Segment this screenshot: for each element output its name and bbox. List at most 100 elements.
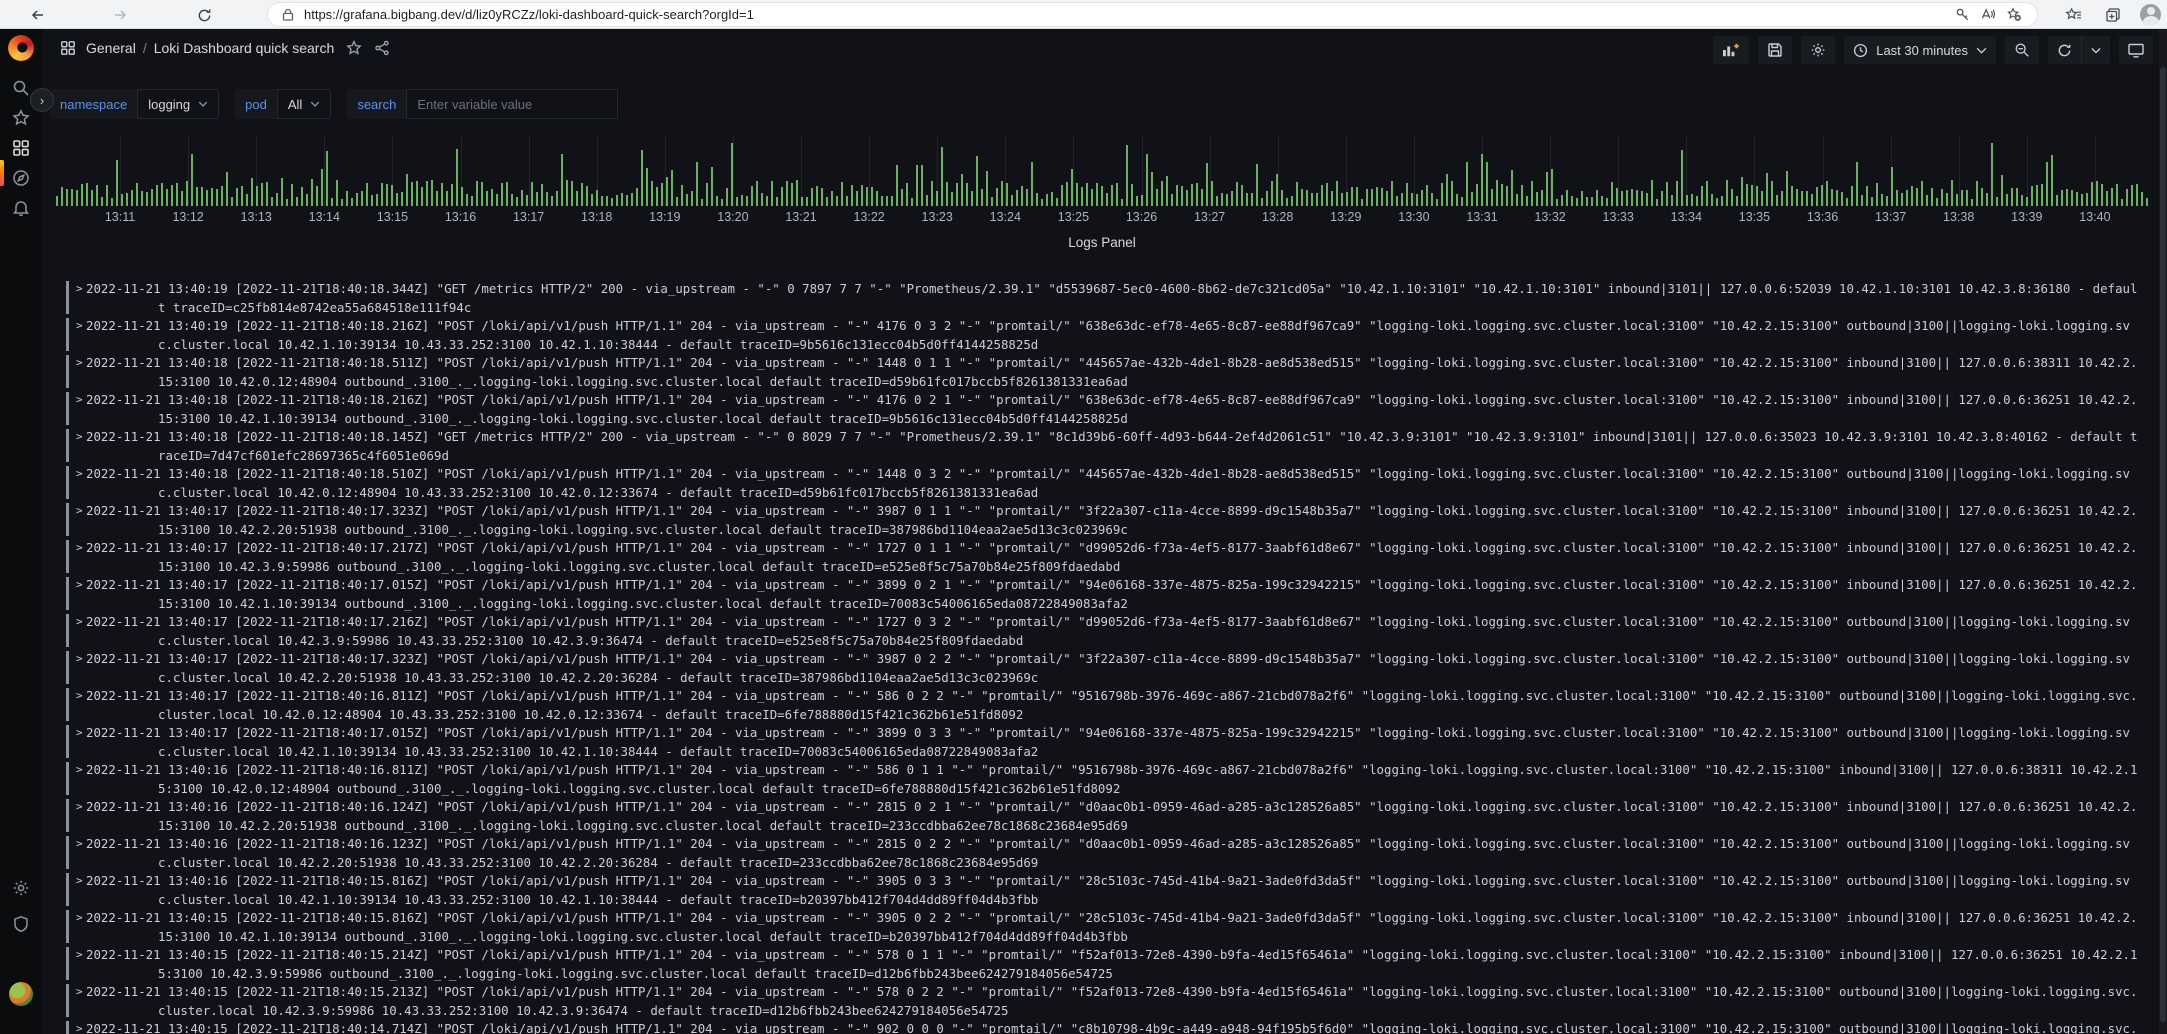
log-row[interactable]: >2022-11-21 13:40:17 [2022-11-21T18:40:1… [50,724,2154,761]
log-row[interactable]: >2022-11-21 13:40:15 [2022-11-21T18:40:1… [50,983,2154,1020]
add-panel-button[interactable] [1713,36,1749,64]
log-level-bar [66,577,69,610]
variable-pod-select[interactable]: All [277,89,331,119]
variable-search-input[interactable] [406,89,618,119]
expand-log-chevron-icon[interactable]: > [76,909,83,927]
server-admin-shield-icon[interactable] [0,911,42,937]
log-row[interactable]: >2022-11-21 13:40:19 [2022-11-21T18:40:1… [50,317,2154,354]
expand-log-chevron-icon[interactable]: > [76,983,83,1001]
histogram-bar [1026,189,1028,206]
password-key-icon[interactable] [1949,4,1975,26]
refresh-icon[interactable] [2048,36,2081,64]
variable-namespace-select[interactable]: logging [137,89,219,119]
histogram-bar [1861,195,1863,206]
star-dashboard-button[interactable] [346,40,362,56]
histogram-bar [436,191,438,206]
expand-log-chevron-icon[interactable]: > [76,576,83,594]
expand-log-chevron-icon[interactable]: > [76,391,83,409]
expand-log-chevron-icon[interactable]: > [76,798,83,816]
favorites-bar-icon[interactable] [2060,4,2086,26]
expand-log-chevron-icon[interactable]: > [76,428,83,446]
log-row[interactable]: >2022-11-21 13:40:15 [2022-11-21T18:40:1… [50,909,2154,946]
expand-log-chevron-icon[interactable]: > [76,613,83,631]
expand-log-chevron-icon[interactable]: > [76,761,83,779]
time-range-picker[interactable]: Last 30 minutes [1844,36,1996,64]
log-row[interactable]: >2022-11-21 13:40:16 [2022-11-21T18:40:1… [50,835,2154,872]
expand-log-chevron-icon[interactable]: > [76,724,83,742]
log-row[interactable]: >2022-11-21 13:40:19 [2022-11-21T18:40:1… [50,280,2154,317]
log-row[interactable]: >2022-11-21 13:40:17 [2022-11-21T18:40:1… [50,539,2154,576]
logs-panel: Logs Panel >2022-11-21 13:40:19 [2022-11… [50,232,2154,1034]
dashboards-icon[interactable] [0,135,42,161]
log-row[interactable]: >2022-11-21 13:40:16 [2022-11-21T18:40:1… [50,761,2154,798]
zoom-out-time-button[interactable] [2005,36,2039,64]
read-aloud-icon[interactable] [1975,4,2001,26]
expand-menu-handle[interactable]: › [30,88,54,112]
histogram-bar [1611,182,1613,206]
histogram-bar [1466,162,1468,206]
histogram-bar [1281,190,1283,206]
log-row[interactable]: >2022-11-21 13:40:17 [2022-11-21T18:40:1… [50,650,2154,687]
log-row[interactable]: >2022-11-21 13:40:18 [2022-11-21T18:40:1… [50,428,2154,465]
histogram-bar [781,187,783,206]
browser-back-button[interactable] [26,3,50,27]
expand-log-chevron-icon[interactable]: > [76,280,83,298]
log-row[interactable]: >2022-11-21 13:40:17 [2022-11-21T18:40:1… [50,613,2154,650]
user-avatar[interactable] [0,981,42,1007]
log-row[interactable]: >2022-11-21 13:40:16 [2022-11-21T18:40:1… [50,872,2154,909]
expand-log-chevron-icon[interactable]: > [76,539,83,557]
histogram-plot[interactable] [50,135,2152,206]
refresh-dashboard-button[interactable] [2048,36,2110,64]
dashboard-settings-button[interactable] [1801,36,1835,64]
expand-log-chevron-icon[interactable]: > [76,465,83,483]
log-row[interactable]: >2022-11-21 13:40:16 [2022-11-21T18:40:1… [50,798,2154,835]
expand-log-chevron-icon[interactable]: > [76,687,83,705]
browser-forward-button[interactable] [108,3,132,27]
histogram-bar [1326,183,1328,206]
histogram-bar [211,188,213,206]
collections-icon[interactable] [2100,4,2126,26]
url-text[interactable]: https://grafana.bigbang.dev/d/liz0yRCZz/… [304,7,1949,22]
log-row[interactable]: >2022-11-21 13:40:15 [2022-11-21T18:40:1… [50,1020,2154,1034]
log-row[interactable]: >2022-11-21 13:40:18 [2022-11-21T18:40:1… [50,391,2154,428]
histogram-bar [1171,194,1173,206]
log-row[interactable]: >2022-11-21 13:40:15 [2022-11-21T18:40:1… [50,946,2154,983]
log-row[interactable]: >2022-11-21 13:40:17 [2022-11-21T18:40:1… [50,576,2154,613]
expand-log-chevron-icon[interactable]: > [76,835,83,853]
grafana-logo[interactable] [8,35,34,61]
save-dashboard-button[interactable] [1758,36,1792,64]
chevron-down-icon [1976,47,1987,54]
histogram-bar [671,170,673,206]
expand-log-chevron-icon[interactable]: > [76,354,83,372]
expand-log-chevron-icon[interactable]: > [76,650,83,668]
configuration-gear-icon[interactable] [0,875,42,901]
refresh-interval-chevron[interactable] [2082,36,2110,64]
histogram-bar [1616,188,1618,206]
expand-log-chevron-icon[interactable]: > [76,1020,83,1034]
lock-icon[interactable] [282,8,294,21]
expand-log-chevron-icon[interactable]: > [76,317,83,335]
breadcrumb-general[interactable]: General [86,40,136,56]
cycle-view-mode-button[interactable] [2119,36,2153,64]
expand-log-chevron-icon[interactable]: > [76,946,83,964]
page-scrollbar-thumb[interactable] [2160,67,2166,1022]
log-row[interactable]: >2022-11-21 13:40:17 [2022-11-21T18:40:1… [50,687,2154,724]
explore-compass-icon[interactable] [0,165,42,191]
log-row[interactable]: >2022-11-21 13:40:18 [2022-11-21T18:40:1… [50,465,2154,502]
minute-gridline [733,135,734,206]
log-row[interactable]: >2022-11-21 13:40:18 [2022-11-21T18:40:1… [50,354,2154,391]
address-bar[interactable]: https://grafana.bigbang.dev/d/liz0yRCZz/… [267,2,2038,27]
logs-panel-title[interactable]: Logs Panel [50,232,2154,254]
histogram-bar [316,186,318,206]
log-row[interactable]: >2022-11-21 13:40:17 [2022-11-21T18:40:1… [50,502,2154,539]
histogram-bar [2106,191,2108,206]
histogram-bar [1186,190,1188,206]
alerting-bell-icon[interactable] [0,195,42,221]
add-favorite-star-icon[interactable] [2001,4,2027,26]
browser-refresh-button[interactable] [192,3,216,27]
histogram-bar [1451,181,1453,206]
expand-log-chevron-icon[interactable]: > [76,502,83,520]
expand-log-chevron-icon[interactable]: > [76,872,83,890]
share-dashboard-button[interactable] [374,40,390,56]
browser-profile-avatar[interactable] [2140,4,2161,25]
